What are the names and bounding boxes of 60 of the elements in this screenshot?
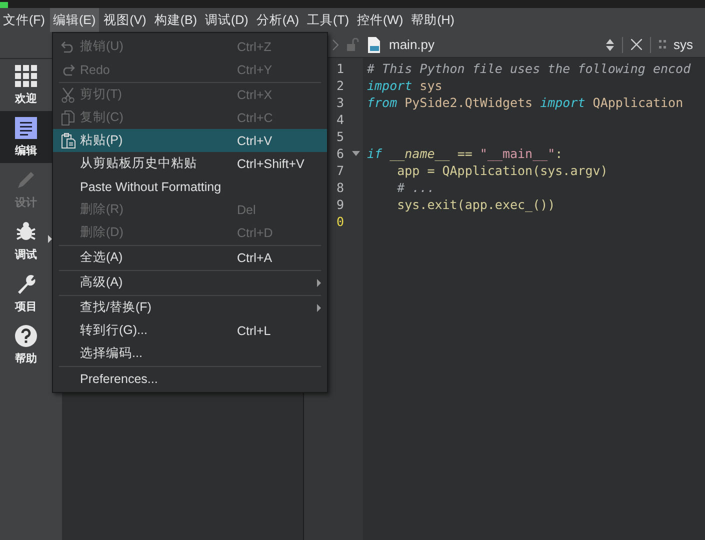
menu-bar-item[interactable]: 编辑(E) (50, 8, 99, 32)
line-number: 5 (335, 128, 344, 145)
file-name: main.py (389, 37, 435, 52)
paste-icon (61, 132, 76, 148)
code-line: from PySide2.QtWidgets import QApplication (367, 95, 684, 110)
grid-icon (15, 64, 37, 86)
line-number: 6 (335, 145, 344, 162)
undo-icon (61, 40, 75, 52)
menu-item[interactable]: 高级(A) (53, 271, 327, 294)
code-line: sys.exit(app.exec_()) (396, 197, 556, 212)
mode-button[interactable]: 编辑 (0, 111, 52, 163)
app-icon (0, 2, 8, 8)
line-number: 1 (335, 60, 344, 77)
symbol-selector[interactable]: sys (674, 37, 693, 52)
menu-bar-item[interactable]: 控件(W) (354, 8, 406, 32)
mode-button[interactable]: 项目 (0, 267, 52, 319)
menu-item[interactable]: 转到行(G)... Ctrl+L (53, 319, 327, 342)
scissors-icon (61, 86, 75, 102)
close-icon[interactable] (630, 39, 642, 50)
menu-item[interactable]: 从剪贴板历史中粘贴 Ctrl+Shift+V (53, 152, 327, 175)
help-icon (15, 324, 37, 346)
line-number: 2 (335, 77, 344, 94)
line-number: 0 (335, 213, 344, 230)
copy-icon (61, 110, 75, 126)
menu-item[interactable]: 粘贴(P) Ctrl+V (53, 129, 327, 152)
line-number: 8 (335, 179, 344, 196)
code-line: app = QApplication(sys.argv) (396, 163, 608, 178)
up-down-arrows-icon[interactable] (606, 38, 614, 50)
menu-bar-item[interactable]: 构建(B) (151, 8, 200, 32)
code-line: import sys (367, 78, 442, 93)
menu-item[interactable]: Preferences... (53, 367, 327, 390)
python-file-icon (367, 36, 381, 52)
line-number: 9 (335, 196, 344, 213)
redo-icon (61, 64, 75, 76)
document-icon (15, 116, 37, 138)
menu-bar-item[interactable]: 文件(F) (0, 8, 48, 32)
dots-icon (658, 40, 666, 50)
mode-button[interactable]: 帮助 (0, 319, 52, 371)
bug-icon (15, 220, 37, 242)
mode-button[interactable]: 欢迎 (0, 59, 52, 111)
menu-item[interactable]: 选择编码... (53, 342, 327, 365)
submenu-arrow-icon (317, 279, 321, 287)
lock-icon (347, 38, 359, 51)
menu-item[interactable]: 查找/替换(F) (53, 296, 327, 319)
line-number: 3 (335, 94, 344, 111)
menu-bar-item[interactable]: 视图(V) (100, 8, 150, 32)
menu-bar-item[interactable]: 帮助(H) (408, 8, 458, 32)
line-number: 7 (335, 162, 344, 179)
code-line: if __name__ == "__main__": (367, 146, 563, 161)
code-line: # This Python file uses the following encod (367, 61, 691, 76)
chevron-icon (332, 38, 339, 50)
code-line: # ... (396, 180, 435, 195)
menu-item[interactable]: Paste Without Formatting (53, 175, 327, 198)
menu-bar-item[interactable]: 调试(D) (202, 8, 252, 32)
submenu-arrow-icon (317, 304, 321, 312)
menu-item[interactable]: 全选(A) Ctrl+A (53, 246, 327, 269)
fold-arrow-icon[interactable] (352, 151, 360, 156)
menu-bar-item[interactable]: 工具(T) (304, 8, 352, 32)
line-number: 4 (335, 111, 344, 128)
menu-bar-item[interactable]: 分析(A) (253, 8, 302, 32)
